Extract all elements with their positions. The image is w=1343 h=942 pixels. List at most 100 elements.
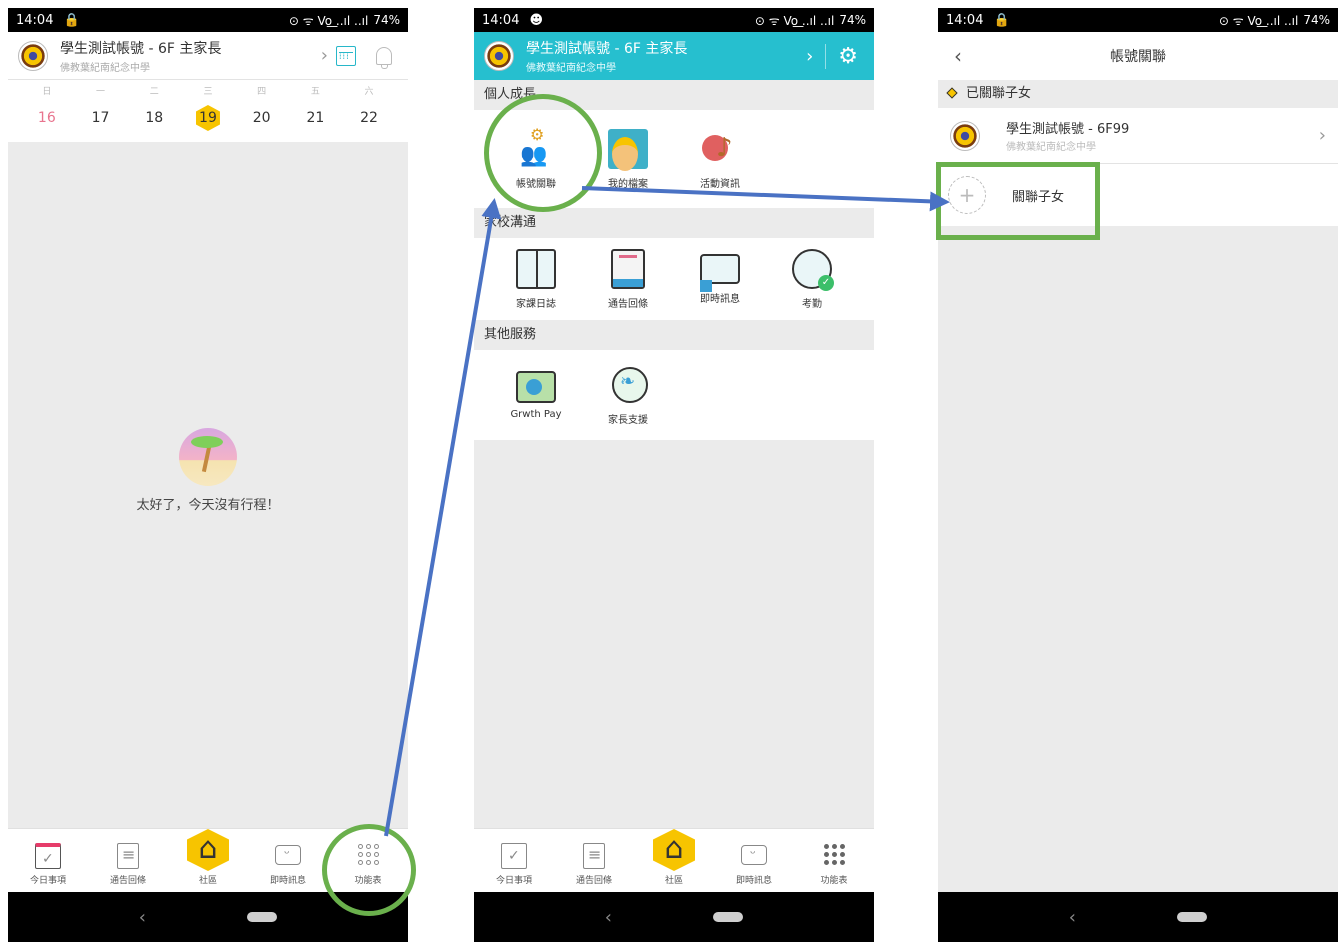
chat-icon bbox=[275, 845, 301, 865]
back-nav-icon[interactable]: ‹ bbox=[139, 907, 146, 928]
menu-item-messages[interactable]: 即時訊息 bbox=[674, 238, 766, 320]
signal-icons: ⊙ ᯤ Vo͟ ..ıl ..ıl bbox=[754, 13, 835, 28]
highlight-circle-menu-tab bbox=[322, 824, 416, 916]
date-cell[interactable]: 18 bbox=[134, 110, 174, 126]
tab-label: 即時訊息 bbox=[269, 876, 306, 886]
tab-messages[interactable]: 即時訊息 bbox=[253, 845, 323, 886]
menu-item-label: 活動資訊 bbox=[700, 178, 740, 190]
linked-child-row[interactable]: 學生測試帳號 - 6F99 佛教葉紀南紀念中學 › bbox=[938, 108, 1338, 164]
tab-label: 今日事項 bbox=[495, 876, 532, 886]
date-cell[interactable]: 22 bbox=[349, 110, 389, 126]
date-cell[interactable]: 17 bbox=[81, 110, 121, 126]
page-title: 帳號關聯 bbox=[1110, 49, 1166, 65]
community-house-icon bbox=[653, 829, 695, 871]
home-nav-pill[interactable] bbox=[713, 912, 744, 922]
tab-label: 功能表 bbox=[820, 876, 848, 886]
tab-notices[interactable]: 通告回條 bbox=[559, 843, 629, 886]
bell-icon[interactable] bbox=[376, 46, 392, 69]
profile-name: 學生測試帳號 - 6F 主家長 bbox=[60, 40, 222, 57]
calendar-check-icon bbox=[501, 843, 527, 869]
chevron-right-icon[interactable]: › bbox=[806, 46, 813, 67]
chevron-right-icon[interactable]: › bbox=[321, 45, 328, 66]
tab-label: 社區 bbox=[664, 876, 683, 886]
tab-today[interactable]: 今日事項 bbox=[479, 843, 549, 886]
date-cell-today[interactable]: 19 bbox=[195, 105, 220, 131]
tab-label: 社區 bbox=[198, 876, 217, 886]
tab-label: 通告回條 bbox=[109, 876, 146, 886]
calendar-icon[interactable] bbox=[336, 45, 356, 66]
status-time: 14:04 bbox=[482, 12, 520, 28]
highlight-circle-account-link bbox=[484, 94, 602, 212]
page-header: ‹ 帳號關聯 bbox=[938, 32, 1338, 80]
week-strip: 日 一 二 三 四 五 六 16 17 18 19 20 21 22 bbox=[8, 80, 408, 142]
community-house-icon bbox=[187, 829, 229, 871]
menu-item-label: 考勤 bbox=[802, 298, 822, 310]
document-icon bbox=[583, 843, 605, 869]
phone-screen-today: 14:04 🔒 ⊙ ᯤ Vo͟ ..ıl ..ıl 74% 學生測試帳號 - 6F … bbox=[8, 8, 408, 942]
section-linked-children: 已關聯子女 bbox=[938, 80, 1338, 108]
android-nav-bar: ‹ bbox=[938, 892, 1338, 942]
status-time: 14:04 bbox=[946, 12, 984, 28]
home-school-grid: 家課日誌 通告回條 即時訊息 考勤 bbox=[474, 238, 874, 320]
home-nav-pill[interactable] bbox=[1177, 912, 1208, 922]
weekday-label: 一 bbox=[96, 86, 106, 97]
status-bar: 14:04 🔒 ⊙ ᯤ Vo͟ ..ıl ..ıl 74% bbox=[938, 8, 1338, 32]
section-title-other: 其他服務 bbox=[474, 320, 874, 350]
notification-icon: ☻ bbox=[529, 12, 544, 28]
menu-item-homework[interactable]: 家課日誌 bbox=[490, 238, 582, 320]
document-icon bbox=[117, 843, 139, 869]
date-cell[interactable]: 20 bbox=[242, 110, 282, 126]
tab-label: 即時訊息 bbox=[735, 876, 772, 886]
home-nav-pill[interactable] bbox=[247, 912, 278, 922]
phone-screen-account-link: 14:04 🔒 ⊙ ᯤ Vo͟ ..ıl ..ıl 74% ‹ 帳號關聯 已關聯子女… bbox=[938, 8, 1338, 942]
android-nav-bar: ‹ bbox=[474, 892, 874, 942]
profile-name: 學生測試帳號 - 6F 主家長 bbox=[526, 41, 688, 57]
weekday-label: 五 bbox=[310, 86, 320, 97]
menu-item-label: 即時訊息 bbox=[700, 293, 740, 305]
child-school: 佛教葉紀南紀念中學 bbox=[1006, 142, 1096, 153]
empty-message: 太好了，今天沒有行程！ bbox=[136, 498, 280, 513]
battery-level: 74% bbox=[373, 13, 400, 27]
tab-label: 今日事項 bbox=[29, 876, 66, 886]
profile-school: 佛教葉紀南紀念中學 bbox=[526, 63, 616, 74]
empty-state: 太好了，今天沒有行程！ bbox=[8, 428, 408, 513]
gear-icon[interactable]: ⚙ bbox=[825, 43, 858, 69]
battery-level: 74% bbox=[1303, 13, 1330, 27]
school-logo-avatar bbox=[950, 120, 980, 151]
back-arrow-icon[interactable]: ‹ bbox=[938, 44, 978, 68]
menu-item-attendance[interactable]: 考勤 bbox=[766, 238, 858, 320]
section-title-home-school: 家校溝通 bbox=[474, 208, 874, 238]
lock-icon: 🔒 bbox=[63, 12, 80, 28]
menu-item-grwth-pay[interactable]: Grwth Pay bbox=[490, 350, 582, 440]
tab-community[interactable]: 社區 bbox=[173, 829, 243, 886]
school-logo-avatar bbox=[484, 41, 514, 71]
notice-document-icon bbox=[611, 248, 645, 289]
signal-icons: ⊙ ᯤ Vo͟ ..ıl ..ıl bbox=[288, 13, 369, 28]
weekday-label: 日 bbox=[42, 86, 52, 97]
date-cell[interactable]: 16 bbox=[27, 110, 67, 126]
menu-item-label: 我的檔案 bbox=[608, 178, 648, 190]
menu-item-label: 通告回條 bbox=[608, 298, 648, 310]
menu-item-parent-support[interactable]: 家長支援 bbox=[582, 350, 674, 440]
menu-item-notices[interactable]: 通告回條 bbox=[582, 238, 674, 320]
diamond-icon bbox=[946, 87, 958, 99]
profile-header[interactable]: 學生測試帳號 - 6F 主家長 佛教葉紀南紀念中學 › ⚙ bbox=[474, 32, 874, 80]
lock-icon: 🔒 bbox=[993, 12, 1010, 28]
back-nav-icon[interactable]: ‹ bbox=[605, 907, 612, 928]
grid-menu-icon bbox=[823, 844, 845, 865]
tab-today[interactable]: 今日事項 bbox=[13, 843, 83, 886]
back-nav-icon[interactable]: ‹ bbox=[1069, 907, 1076, 928]
menu-item-label: Grwth Pay bbox=[510, 408, 562, 420]
signal-icons: ⊙ ᯤ Vo͟ ..ıl ..ıl bbox=[1218, 13, 1299, 28]
status-time: 14:04 bbox=[16, 12, 54, 28]
tab-messages[interactable]: 即時訊息 bbox=[719, 845, 789, 886]
wallet-icon bbox=[516, 370, 556, 403]
date-cell[interactable]: 21 bbox=[295, 110, 335, 126]
tab-menu[interactable]: 功能表 bbox=[799, 844, 869, 886]
weekday-label: 四 bbox=[257, 86, 267, 97]
beach-icon bbox=[179, 428, 237, 486]
tab-community[interactable]: 社區 bbox=[639, 829, 709, 886]
menu-item-activities[interactable]: 活動資訊 bbox=[674, 110, 766, 208]
tab-notices[interactable]: 通告回條 bbox=[93, 843, 163, 886]
profile-header[interactable]: 學生測試帳號 - 6F 主家長 佛教葉紀南紀念中學 › bbox=[8, 32, 408, 80]
